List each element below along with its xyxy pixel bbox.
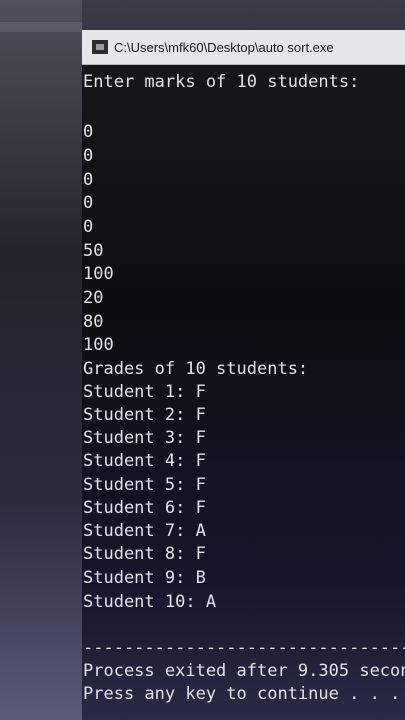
mark-entry: 20 <box>83 288 104 308</box>
grade-line: Student 10: A <box>83 592 217 612</box>
mark-entry: 0 <box>83 170 94 190</box>
mark-entry: 0 <box>83 217 94 237</box>
grade-line: Student 9: B <box>83 568 206 588</box>
console-output[interactable]: Enter marks of 10 students: 0 0 0 0 0 50… <box>82 64 405 720</box>
grade-line: Student 1: F <box>83 382 206 402</box>
grade-line: Student 7: A <box>83 521 206 541</box>
mark-entry: 50 <box>83 241 104 261</box>
desktop-edge <box>0 22 82 32</box>
console-window[interactable]: C:\Users\mfk60\Desktop\auto sort.exe Ent… <box>82 30 405 720</box>
window-title: C:\Users\mfk60\Desktop\auto sort.exe <box>114 39 334 55</box>
mark-entry: 100 <box>83 264 114 284</box>
continue-message: Press any key to continue . . . <box>83 684 401 704</box>
mark-entry: 0 <box>83 146 94 166</box>
mark-entry: 0 <box>83 122 94 142</box>
grade-line: Student 6: F <box>83 498 206 518</box>
console-app-icon <box>92 40 108 54</box>
mark-entry: 80 <box>83 312 104 332</box>
grades-header: Grades of 10 students: <box>83 359 309 379</box>
grade-line: Student 4: F <box>83 451 206 471</box>
grade-line: Student 5: F <box>83 475 206 495</box>
grade-line: Student 2: F <box>83 405 206 425</box>
separator-line: ------------------------------------ <box>83 638 405 658</box>
grade-line: Student 8: F <box>83 544 206 564</box>
title-bar[interactable]: C:\Users\mfk60\Desktop\auto sort.exe <box>82 30 405 64</box>
exit-message: Process exited after 9.305 seconds with … <box>83 661 405 681</box>
desktop-background <box>0 0 82 720</box>
input-prompt: Enter marks of 10 students: <box>83 72 360 92</box>
grade-line: Student 3: F <box>83 428 206 448</box>
mark-entry: 0 <box>83 193 94 213</box>
mark-entry: 100 <box>83 335 114 355</box>
